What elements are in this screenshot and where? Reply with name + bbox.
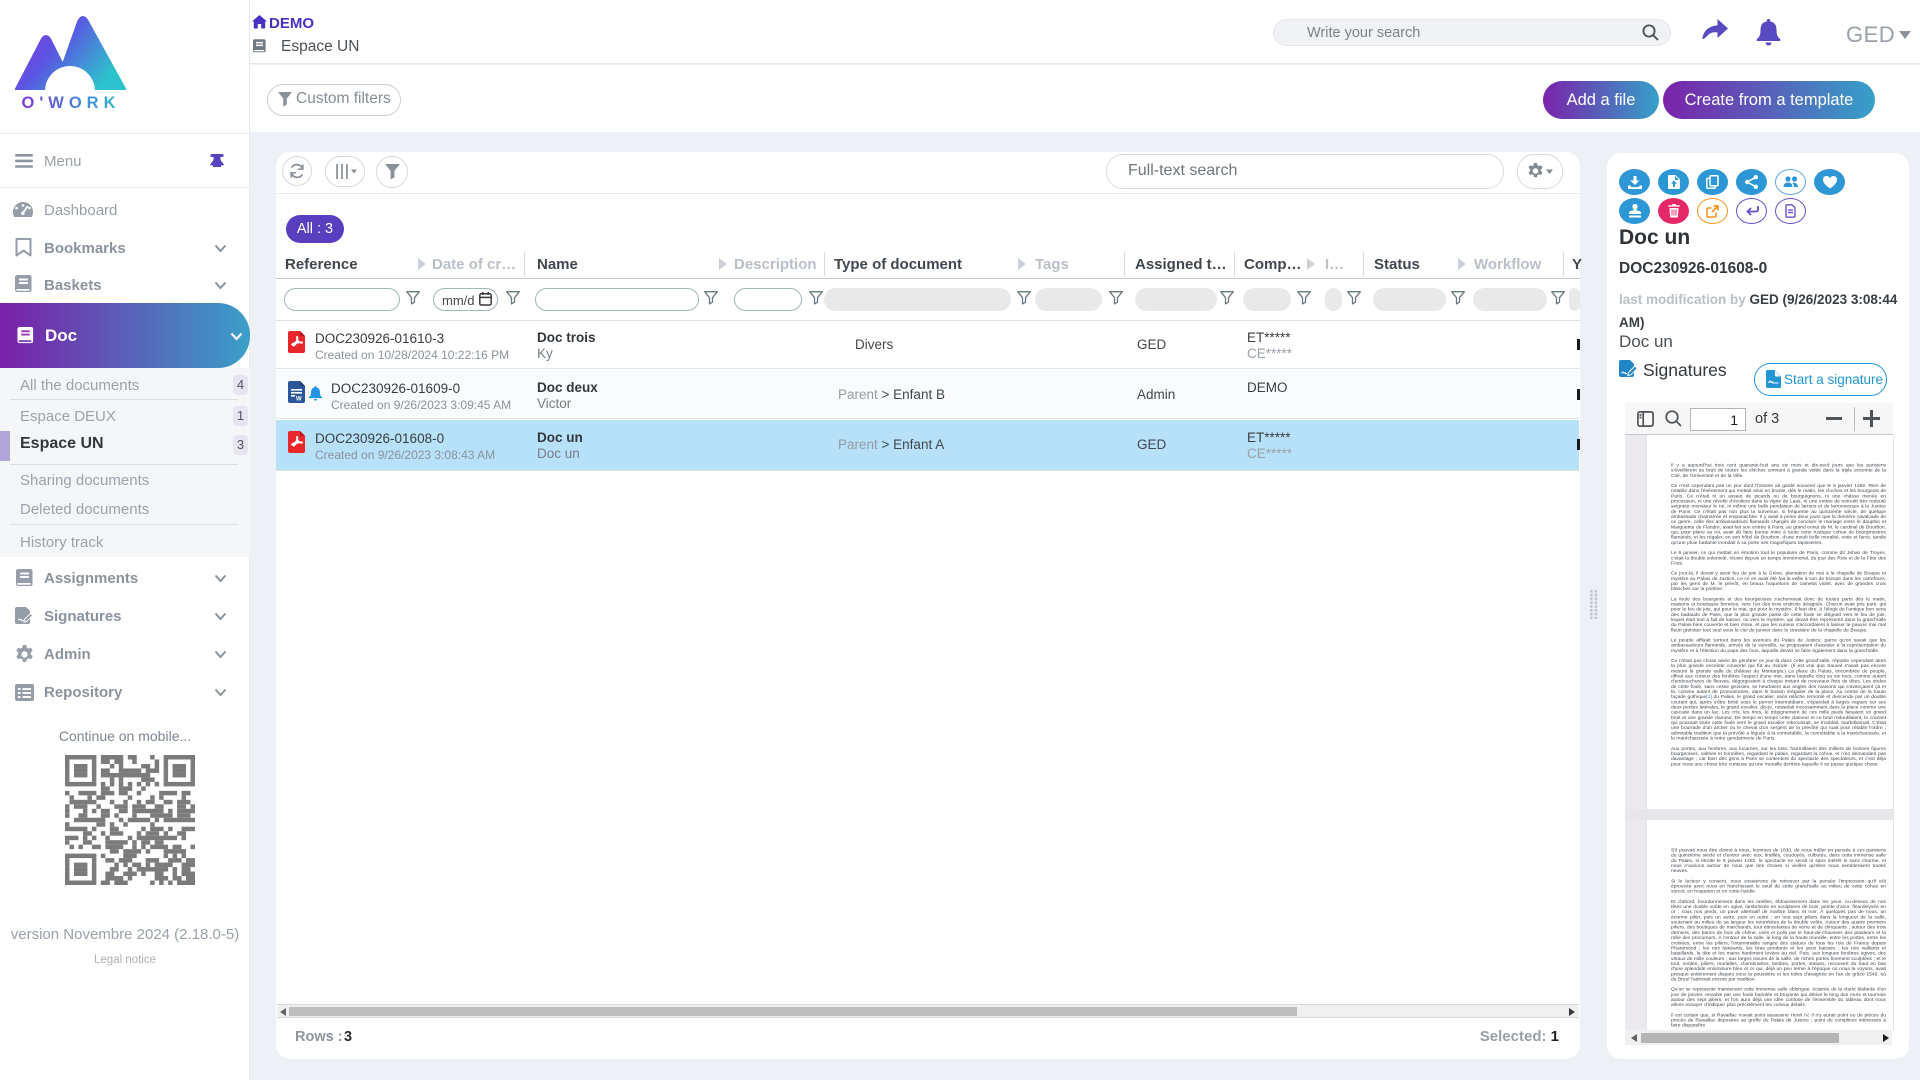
svg-text:O'WORK: O'WORK xyxy=(22,94,121,112)
svg-text:W: W xyxy=(296,396,302,402)
